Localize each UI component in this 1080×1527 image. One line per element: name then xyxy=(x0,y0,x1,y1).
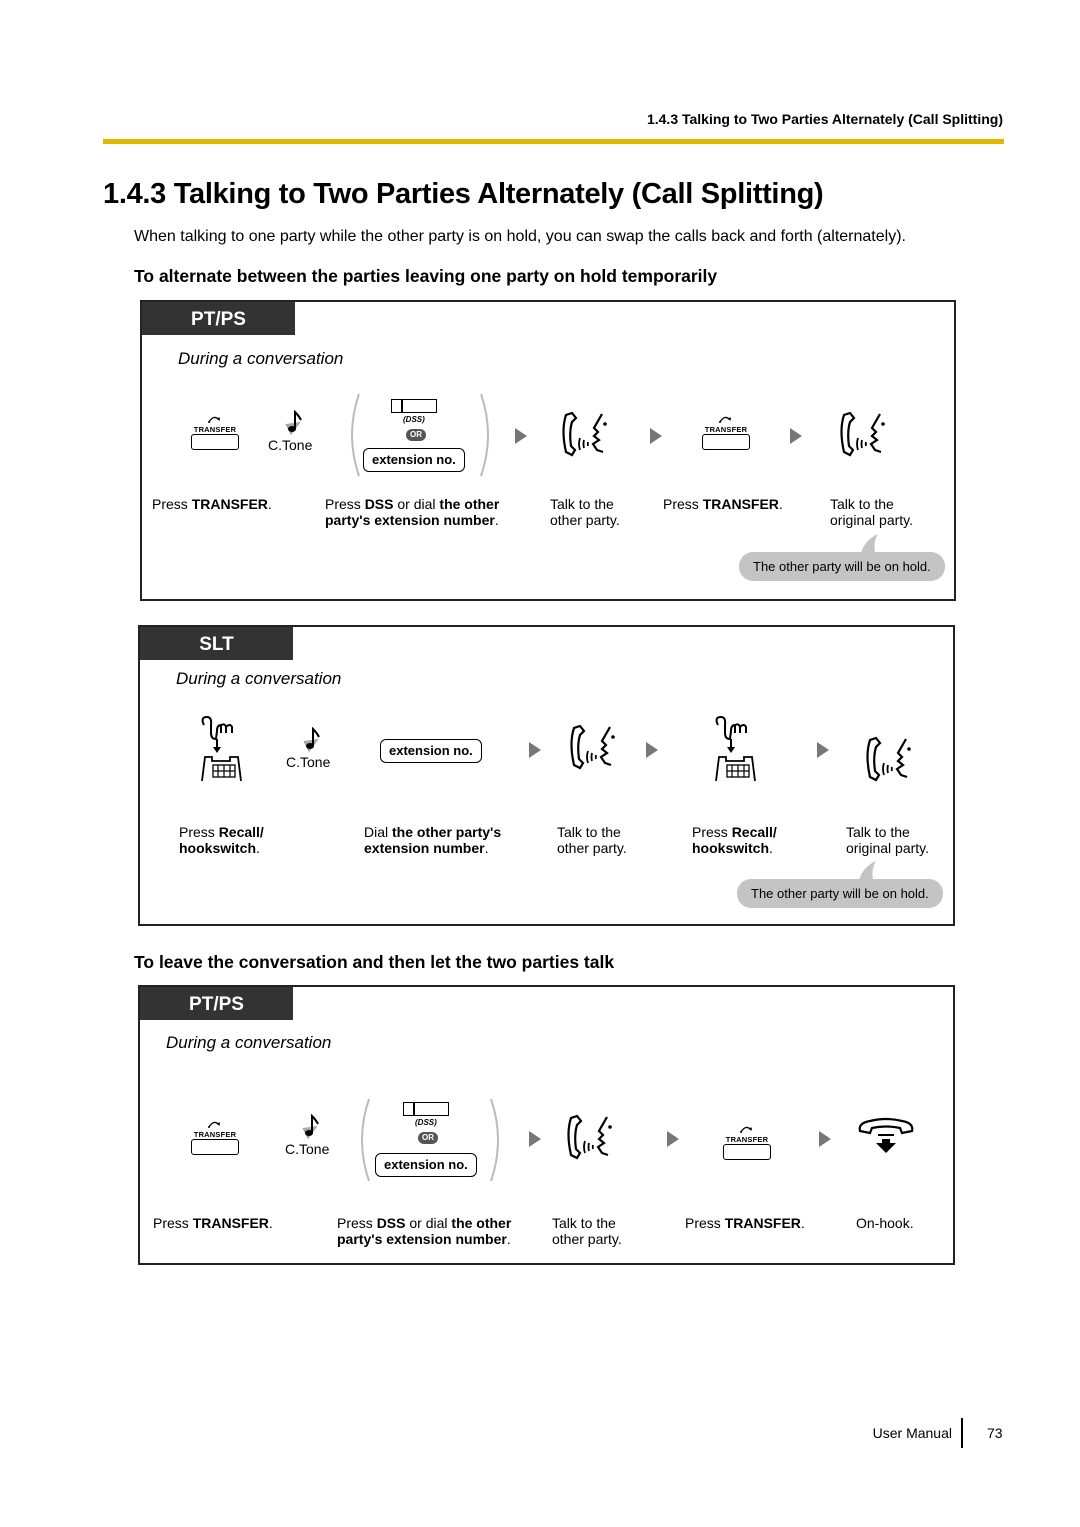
step-caption: Talk to the other party. xyxy=(550,496,620,528)
panel-ptps-alternate: PT/PS During a conversation TRANSFER C.T… xyxy=(140,300,956,601)
confirmation-tone-icon: C.Tone xyxy=(285,1114,345,1164)
panel-tag: PT/PS xyxy=(142,302,295,335)
running-head: 1.4.3 Talking to Two Parties Alternately… xyxy=(646,111,1003,127)
or-badge: OR xyxy=(406,429,426,441)
hold-note-bubble: The other party will be on hold. xyxy=(737,879,943,908)
dss-or-extension-group: (DSS) OR extension no. xyxy=(357,1097,499,1183)
page-number: 73 xyxy=(987,1425,1003,1441)
panel-tag: PT/PS xyxy=(140,987,293,1020)
step-caption: Talk to the original party. xyxy=(846,824,930,856)
transfer-key-icon: TRANSFER xyxy=(189,1120,241,1156)
talk-icon xyxy=(562,411,607,457)
talk-icon xyxy=(570,724,615,770)
dss-key-icon xyxy=(391,399,437,413)
extension-number-button: extension no. xyxy=(363,448,465,472)
step-arrow-icon xyxy=(529,1131,541,1147)
step-caption: On-hook. xyxy=(856,1215,914,1231)
step-arrow-icon xyxy=(790,428,802,444)
step-arrow-icon xyxy=(646,742,658,758)
footer-divider xyxy=(961,1418,963,1448)
extension-number-button: extension no. xyxy=(380,739,482,763)
on-hook-icon xyxy=(858,1117,914,1153)
header-rule xyxy=(103,139,1004,144)
step-caption: Press Recall/hookswitch. xyxy=(179,824,264,856)
or-badge: OR xyxy=(418,1132,438,1144)
hookswitch-icon xyxy=(201,715,242,782)
step-caption: Press DSS or dial the other party's exte… xyxy=(337,1215,512,1247)
talk-icon xyxy=(866,736,911,782)
panel-tag: SLT xyxy=(140,627,293,660)
talk-icon xyxy=(567,1114,612,1160)
step-arrow-icon xyxy=(817,742,829,758)
confirmation-tone-icon: C.Tone xyxy=(286,727,346,777)
intro-text: When talking to one party while the othe… xyxy=(134,228,906,245)
talk-icon xyxy=(840,411,885,457)
step-caption: Press TRANSFER. xyxy=(685,1215,805,1231)
hold-note-bubble: The other party will be on hold. xyxy=(739,552,945,581)
transfer-key-icon: TRANSFER xyxy=(189,415,241,451)
step-arrow-icon xyxy=(515,428,527,444)
footer-label: User Manual xyxy=(872,1425,952,1441)
transfer-key-icon: TRANSFER xyxy=(700,415,752,451)
confirmation-tone-icon: C.Tone xyxy=(268,410,328,460)
step-caption: Talk to the original party. xyxy=(830,496,914,528)
step-arrow-icon xyxy=(650,428,662,444)
page-title: 1.4.3 Talking to Two Parties Alternately… xyxy=(103,178,824,210)
context-label: During a conversation xyxy=(166,1033,332,1052)
step-caption: Press TRANSFER. xyxy=(152,496,272,512)
step-caption: Dial the other party's extension number. xyxy=(364,824,502,856)
transfer-key-icon: TRANSFER xyxy=(721,1125,773,1161)
step-caption: Talk to the other party. xyxy=(552,1215,622,1247)
step-caption: Press TRANSFER. xyxy=(663,496,783,512)
hookswitch-icon xyxy=(715,715,756,782)
step-arrow-icon xyxy=(667,1131,679,1147)
section-heading-alternate: To alternate between the parties leaving… xyxy=(134,266,718,286)
step-caption: Press TRANSFER. xyxy=(153,1215,273,1231)
step-caption: Press Recall/hookswitch. xyxy=(692,824,777,856)
step-caption: Press DSS or dial the other party's exte… xyxy=(325,496,500,528)
extension-number-button: extension no. xyxy=(375,1153,477,1177)
dss-or-extension-group: (DSS) OR extension no. xyxy=(347,392,489,478)
context-label: During a conversation xyxy=(176,669,342,688)
section-heading-leave: To leave the conversation and then let t… xyxy=(134,952,615,972)
dss-key-icon xyxy=(403,1102,449,1116)
step-arrow-icon xyxy=(529,742,541,758)
step-arrow-icon xyxy=(819,1131,831,1147)
step-caption: Talk to the other party. xyxy=(557,824,627,856)
panel-slt-alternate: SLT During a conversation C.Tone extensi… xyxy=(138,625,955,926)
context-label: During a conversation xyxy=(178,349,344,368)
panel-ptps-leave: PT/PS During a conversation TRANSFER C.T… xyxy=(138,985,955,1265)
